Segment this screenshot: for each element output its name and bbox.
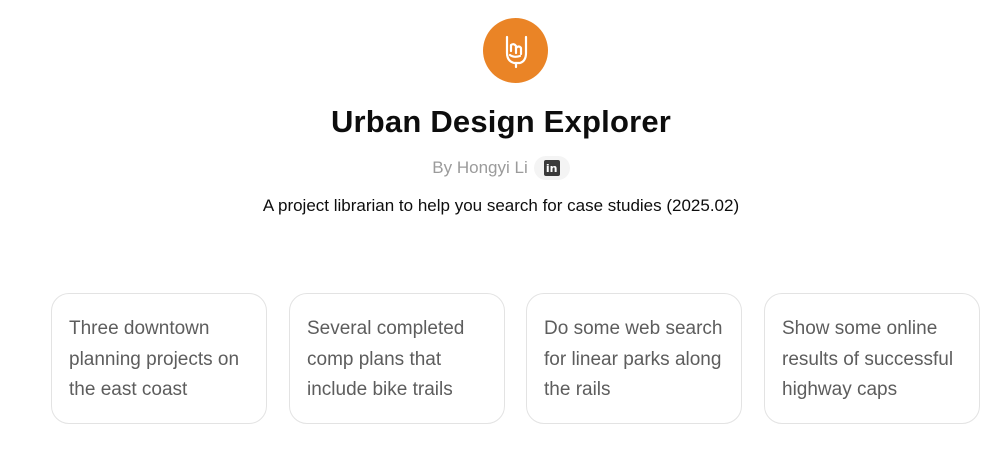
conversation-starter-card[interactable]: Do some web search for linear parks alon… bbox=[526, 293, 742, 424]
gpt-title: Urban Design Explorer bbox=[330, 104, 672, 139]
conversation-starter-card[interactable]: Several completed comp plans that includ… bbox=[289, 293, 505, 424]
conversation-starter-text: Three downtown planning projects on the … bbox=[69, 318, 240, 400]
conversation-starter-text: Show some online results of successful h… bbox=[782, 318, 954, 400]
gpt-description: A project librarian to help you search f… bbox=[262, 196, 740, 215]
gpt-avatar bbox=[483, 18, 548, 83]
conversation-starter-card[interactable]: Three downtown planning projects on the … bbox=[51, 293, 267, 424]
linkedin-button[interactable]: in bbox=[533, 156, 570, 180]
conversation-starter-text: Do some web search for linear parks alon… bbox=[544, 318, 723, 400]
rock-hand-icon bbox=[505, 35, 527, 68]
linkedin-icon: in bbox=[543, 160, 560, 176]
conversation-starter-card[interactable]: Show some online results of successful h… bbox=[764, 293, 980, 424]
author-byline: By Hongyi Li in bbox=[0, 156, 1002, 180]
gpt-intro-page: Urban Design Explorer By Hongyi Li in A … bbox=[0, 0, 1002, 452]
author-name: By Hongyi Li bbox=[432, 158, 528, 177]
conversation-starter-text: Several completed comp plans that includ… bbox=[307, 318, 465, 400]
